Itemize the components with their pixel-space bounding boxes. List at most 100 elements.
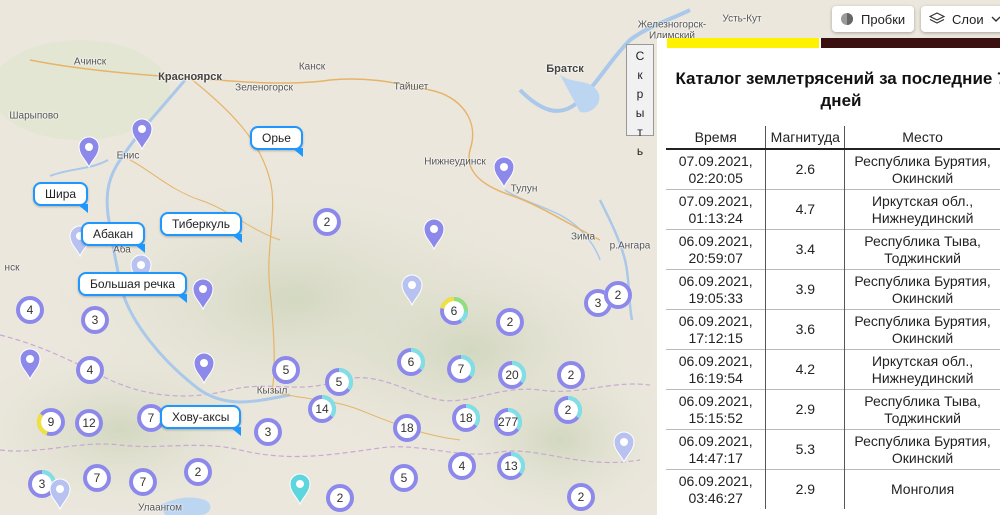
earthquake-cluster[interactable]: 2: [566, 482, 596, 512]
cell-magnitude: 2.9: [765, 469, 845, 509]
earthquake-pin-icon[interactable]: [48, 478, 72, 510]
hide-panel-button[interactable]: Скрыть: [626, 44, 654, 158]
city-label: Кызыл: [256, 385, 288, 397]
earthquake-cluster[interactable]: 9: [36, 407, 66, 437]
table-row[interactable]: 06.09.2021, 16:19:54 4.2 Иркутская обл., Н…: [666, 349, 1000, 390]
cluster-count: 277: [497, 415, 519, 429]
earthquake-cluster[interactable]: 5: [389, 463, 419, 493]
earthquake-cluster[interactable]: 18: [392, 413, 422, 443]
earthquake-cluster[interactable]: 2: [312, 207, 342, 237]
cell-place: Иркутская обл., Нижнеудинский: [844, 349, 1000, 390]
earthquake-cluster[interactable]: 5: [324, 367, 354, 397]
earthquake-cluster[interactable]: 4: [15, 295, 45, 325]
place-label-balloon[interactable]: Тиберкуль: [160, 212, 242, 243]
earthquake-pin-icon[interactable]: [192, 352, 216, 384]
place-label-balloon[interactable]: Хову-аксы: [160, 405, 242, 436]
place-label-balloon[interactable]: Абакан: [81, 222, 146, 253]
table-row[interactable]: 07.09.2021, 02:20:05 2.6 Республика Буряти…: [666, 148, 1000, 190]
earthquake-cluster[interactable]: 2: [495, 307, 525, 337]
column-header-time[interactable]: Время: [666, 126, 766, 150]
earthquake-pin-icon[interactable]: [77, 136, 101, 168]
cluster-count: 13: [504, 459, 518, 473]
earthquake-cluster[interactable]: 14: [307, 394, 337, 424]
table-row[interactable]: 06.09.2021, 03:46:27 2.9 Монголия: [666, 469, 1000, 509]
earthquake-cluster[interactable]: 6: [396, 347, 426, 377]
place-label-balloon[interactable]: Большая речка: [78, 272, 188, 303]
earthquake-pin-icon[interactable]: [288, 473, 312, 505]
toggle-letter: т: [637, 125, 643, 139]
cluster-count: 4: [86, 363, 94, 377]
cell-place: Республика Бурятия, Окинский: [844, 429, 1000, 470]
city-label: Ачинск: [73, 56, 107, 68]
column-header-magnitude[interactable]: Магнитуда: [765, 126, 845, 150]
earthquake-cluster[interactable]: 277: [493, 407, 523, 437]
earthquake-pin-icon[interactable]: [18, 348, 42, 380]
city-label: Енис: [116, 150, 140, 162]
earthquake-cluster[interactable]: 12: [74, 408, 104, 438]
city-label: Красноярск: [158, 71, 222, 83]
table-row[interactable]: 07.09.2021, 01:13:24 4.7 Иркутская обл., Н…: [666, 189, 1000, 230]
earthquake-cluster[interactable]: 7: [446, 354, 476, 384]
earthquake-cluster[interactable]: 2: [603, 280, 633, 310]
earthquake-cluster[interactable]: 3: [80, 305, 110, 335]
traffic-button-label: Пробки: [861, 11, 906, 27]
table-row[interactable]: 06.09.2021, 20:59:07 3.4 Республика Тыва, …: [666, 229, 1000, 270]
table-row[interactable]: 06.09.2021, 15:15:52 2.9 Республика Тыва, …: [666, 389, 1000, 430]
city-label: Шарыпово: [9, 110, 59, 122]
table-row[interactable]: 06.09.2021, 17:12:15 3.6 Республика Буряти…: [666, 309, 1000, 350]
earthquake-cluster[interactable]: 4: [447, 451, 477, 481]
cell-magnitude: 5.3: [765, 429, 845, 470]
cluster-count: 2: [323, 215, 331, 229]
earthquake-cluster[interactable]: 20: [497, 360, 527, 390]
earthquake-cluster[interactable]: 5: [271, 355, 301, 385]
city-label: Тайшет: [393, 81, 429, 93]
cluster-count: 18: [400, 421, 414, 435]
layers-button[interactable]: Слои: [921, 6, 1000, 32]
earthquake-cluster[interactable]: 3: [253, 417, 283, 447]
table-row[interactable]: 06.09.2021, 14:47:17 5.3 Республика Буряти…: [666, 429, 1000, 470]
earthquake-pin-icon[interactable]: [130, 118, 154, 150]
earthquake-cluster[interactable]: 7: [128, 467, 158, 497]
cluster-count: 9: [47, 415, 55, 429]
cluster-count: 7: [457, 362, 465, 376]
earthquake-pin-icon[interactable]: [191, 278, 215, 310]
earthquake-pin-icon[interactable]: [612, 431, 636, 463]
cluster-count: 4: [26, 303, 34, 317]
cell-magnitude: 3.4: [765, 229, 845, 270]
legend-swatch-high: [821, 38, 1000, 48]
cluster-count: 6: [450, 304, 458, 318]
city-label: нск: [4, 262, 20, 274]
cluster-count: 3: [91, 313, 99, 327]
cell-place: Республика Тыва, Тоджинский: [844, 389, 1000, 430]
earthquake-cluster[interactable]: 2: [556, 360, 586, 390]
city-label: Зеленогорск: [235, 82, 293, 94]
traffic-light-icon: [841, 13, 853, 25]
earthquake-cluster[interactable]: 6: [439, 296, 469, 326]
earthquake-cluster[interactable]: 13: [496, 451, 526, 481]
earthquake-cluster[interactable]: 4: [75, 355, 105, 385]
magnitude-legend-strip: [667, 38, 1000, 48]
table-row[interactable]: 06.09.2021, 19:05:33 3.9 Республика Буряти…: [666, 269, 1000, 310]
toggle-letter: С: [635, 49, 645, 63]
earthquake-cluster[interactable]: 2: [325, 483, 355, 513]
earthquake-pin-icon[interactable]: [400, 274, 424, 306]
city-label: Братск: [546, 63, 584, 75]
earthquake-catalog-panel: Каталог землетрясений за последние 7 дне…: [657, 38, 1000, 515]
cell-magnitude: 4.2: [765, 349, 845, 390]
earthquake-cluster[interactable]: 2: [183, 457, 213, 487]
place-label-balloon[interactable]: Шира: [33, 182, 89, 213]
city-label: Усть-Кут: [722, 13, 762, 25]
place-label-balloon[interactable]: Орье: [250, 126, 303, 157]
cell-place: Республика Бурятия, Окинский: [844, 269, 1000, 310]
earthquake-cluster[interactable]: 18: [451, 403, 481, 433]
traffic-button[interactable]: Пробки: [832, 6, 914, 32]
cell-time: 06.09.2021, 15:15:52: [666, 389, 766, 430]
earthquake-pin-icon[interactable]: [492, 156, 516, 188]
cell-time: 06.09.2021, 14:47:17: [666, 429, 766, 470]
earthquake-pin-icon[interactable]: [422, 218, 446, 250]
earthquake-cluster[interactable]: 2: [553, 395, 583, 425]
column-header-place[interactable]: Место: [844, 126, 1000, 150]
earthquake-cluster[interactable]: 7: [82, 463, 112, 493]
cluster-count: 2: [564, 403, 572, 417]
toggle-letter: к: [637, 68, 643, 82]
